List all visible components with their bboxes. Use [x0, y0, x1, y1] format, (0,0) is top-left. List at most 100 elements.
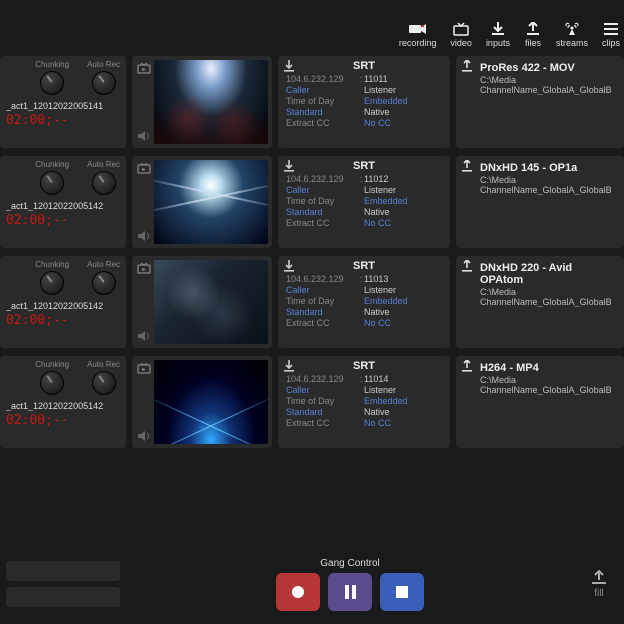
pause-icon: [345, 585, 356, 599]
knob-label: Chunking: [35, 260, 69, 269]
tab-files[interactable]: files: [524, 22, 542, 48]
upload-icon: [462, 160, 472, 172]
upload-icon: [524, 22, 542, 36]
record-settings-panel: ChunkingAuto Rec_act1_1201202200514202:0…: [0, 356, 126, 448]
output-settings-panel[interactable]: H264 - MP4C:\MediaChannelName_GlobalA_Gl…: [456, 356, 624, 448]
monitor-icon[interactable]: [137, 62, 151, 74]
tab-inputs[interactable]: inputs: [486, 22, 510, 48]
dial-icon: [92, 171, 116, 195]
input-settings-panel[interactable]: SRT104.6.232.129:11014CallerListenerTime…: [278, 356, 450, 448]
output-filename: ChannelName_GlobalA_GlobalB: [480, 385, 616, 395]
tv-icon: [452, 22, 470, 36]
tod-key: Time of Day: [286, 296, 358, 306]
video-thumbnail[interactable]: [154, 60, 268, 144]
chunking-knob[interactable]: Chunking: [35, 60, 69, 95]
port: 11013: [364, 274, 442, 284]
mode-key: Caller: [286, 385, 358, 395]
footer-slot[interactable]: [6, 561, 120, 581]
preview-panel: [132, 256, 272, 348]
output-settings-panel[interactable]: ProRes 422 - MOVC:\MediaChannelName_Glob…: [456, 56, 624, 148]
tab-label: files: [525, 38, 541, 48]
dial-icon: [92, 71, 116, 95]
download-icon: [284, 60, 294, 72]
protocol-title: SRT: [286, 60, 442, 72]
speaker-icon[interactable]: [137, 430, 151, 442]
ip-address: 104.6.232.129: [286, 74, 358, 84]
ip-address: 104.6.232.129: [286, 174, 358, 184]
autorec-knob[interactable]: Auto Rec: [87, 60, 120, 95]
record-icon: [292, 586, 304, 598]
video-thumbnail[interactable]: [154, 260, 268, 344]
channel-rows: ChunkingAuto Rec_act1_1201202200514102:0…: [0, 50, 624, 448]
knob-label: Auto Rec: [87, 60, 120, 69]
preview-panel: [132, 356, 272, 448]
chunking-knob[interactable]: Chunking: [35, 160, 69, 195]
input-settings-panel[interactable]: SRT104.6.232.129:11013CallerListenerTime…: [278, 256, 450, 348]
tod-key: Time of Day: [286, 396, 358, 406]
protocol-title: SRT: [286, 160, 442, 172]
timecode: 02:00;--: [6, 313, 120, 328]
timecode: 02:00;--: [6, 113, 120, 128]
mode-value: Listener: [364, 85, 442, 95]
tod-key: Time of Day: [286, 196, 358, 206]
list-icon: [602, 22, 620, 36]
autorec-knob[interactable]: Auto Rec: [87, 360, 120, 395]
gang-label: Gang Control: [320, 558, 379, 569]
footer-fill[interactable]: fill: [574, 570, 624, 599]
chunking-knob[interactable]: Chunking: [35, 360, 69, 395]
port: 11014: [364, 374, 442, 384]
footer-slot[interactable]: [6, 587, 120, 607]
tab-clips[interactable]: clips: [602, 22, 620, 48]
output-settings-panel[interactable]: DNxHD 220 - Avid OPAtomC:\MediaChannelNa…: [456, 256, 624, 348]
upload-icon: [462, 60, 472, 72]
record-settings-panel: ChunkingAuto Rec_act1_1201202200514202:0…: [0, 256, 126, 348]
output-path: C:\Media: [480, 175, 616, 185]
channel-row: ChunkingAuto Rec_act1_1201202200514102:0…: [0, 56, 624, 148]
gang-control: Gang Control: [126, 558, 574, 611]
port: 11012: [364, 174, 442, 184]
monitor-icon[interactable]: [137, 162, 151, 174]
top-toolbar: recording video inputs files streams cli…: [0, 0, 624, 50]
cc-key: Extract CC: [286, 418, 358, 428]
monitor-icon[interactable]: [137, 262, 151, 274]
channel-row: ChunkingAuto Rec_act1_1201202200514202:0…: [0, 356, 624, 448]
res-value: Native: [364, 407, 442, 417]
download-icon: [284, 360, 294, 372]
cc-value: No CC: [364, 218, 442, 228]
res-value: Native: [364, 307, 442, 317]
output-settings-panel[interactable]: DNxHD 145 - OP1aC:\MediaChannelName_Glob…: [456, 156, 624, 248]
video-thumbnail[interactable]: [154, 360, 268, 444]
autorec-knob[interactable]: Auto Rec: [87, 260, 120, 295]
tab-video[interactable]: video: [450, 22, 472, 48]
speaker-icon[interactable]: [137, 130, 151, 142]
tab-recording[interactable]: recording: [399, 22, 437, 48]
monitor-icon[interactable]: [137, 362, 151, 374]
gang-pause-button[interactable]: [328, 573, 372, 611]
tab-streams[interactable]: streams: [556, 22, 588, 48]
knob-label: Chunking: [35, 360, 69, 369]
dial-icon: [40, 371, 64, 395]
tab-label: streams: [556, 38, 588, 48]
output-path: C:\Media: [480, 375, 616, 385]
gang-stop-button[interactable]: [380, 573, 424, 611]
output-path: C:\Media: [480, 75, 616, 85]
download-icon: [284, 260, 294, 272]
cc-value: No CC: [364, 118, 442, 128]
clip-name: _act1_12012022005142: [6, 401, 120, 411]
input-settings-panel[interactable]: SRT104.6.232.129:11011CallerListenerTime…: [278, 56, 450, 148]
upload-icon: [590, 570, 608, 586]
cc-value: No CC: [364, 318, 442, 328]
protocol-title: SRT: [286, 260, 442, 272]
gang-record-button[interactable]: [276, 573, 320, 611]
upload-icon: [462, 260, 472, 272]
chunking-knob[interactable]: Chunking: [35, 260, 69, 295]
res-key: Standard: [286, 307, 358, 317]
speaker-icon[interactable]: [137, 330, 151, 342]
mode-key: Caller: [286, 285, 358, 295]
autorec-knob[interactable]: Auto Rec: [87, 160, 120, 195]
download-icon: [284, 160, 294, 172]
upload-icon: [462, 360, 472, 372]
input-settings-panel[interactable]: SRT104.6.232.129:11012CallerListenerTime…: [278, 156, 450, 248]
video-thumbnail[interactable]: [154, 160, 268, 244]
speaker-icon[interactable]: [137, 230, 151, 242]
